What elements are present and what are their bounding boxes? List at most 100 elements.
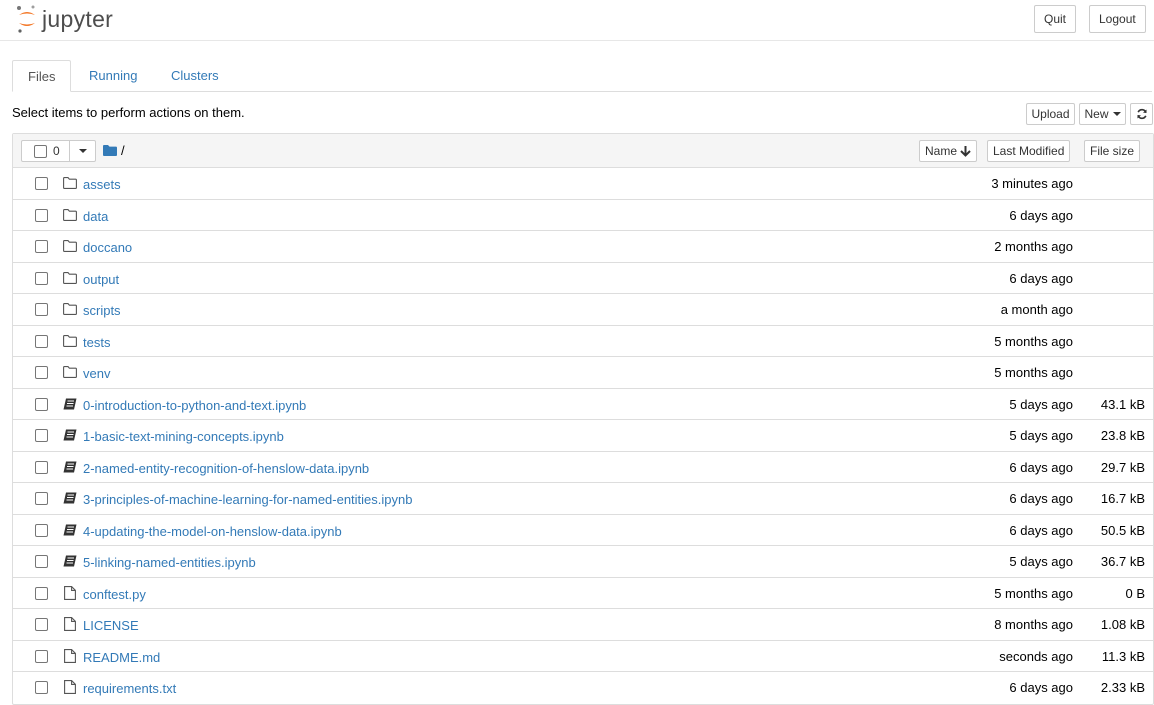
file-size: 36.7 kB [1100, 554, 1145, 569]
file-row[interactable]: 3-principles-of-machine-learning-for-nam… [13, 483, 1153, 515]
notebook-icon [63, 555, 77, 567]
row-checkbox[interactable] [35, 586, 48, 600]
row-checkbox[interactable] [35, 523, 48, 537]
file-name-link[interactable]: tests [83, 335, 110, 350]
header-bar: jupyter Quit Logout [0, 0, 1154, 41]
caret-down-icon [78, 149, 87, 153]
last-modified: 5 months ago [994, 333, 1073, 349]
sort-name-label: Name [925, 144, 958, 158]
file-row[interactable]: LICENSE 8 months ago 1.08 kB [13, 609, 1153, 641]
file-icon-wrap [64, 617, 76, 634]
quit-button[interactable]: Quit [1034, 5, 1077, 33]
file-size: 2.33 kB [1100, 680, 1145, 695]
last-modified: 2 months ago [994, 239, 1073, 254]
tab-clusters[interactable]: Clusters [156, 60, 234, 91]
file-row[interactable]: scripts a month ago [13, 294, 1153, 326]
file-size: 43.1 kB [1100, 396, 1145, 412]
breadcrumb[interactable]: / [103, 143, 125, 158]
file-name-link[interactable]: venv [83, 366, 110, 381]
tab-running[interactable]: Running [74, 60, 152, 91]
row-checkbox[interactable] [35, 397, 48, 411]
refresh-button[interactable] [1130, 103, 1153, 125]
logo-text: jupyter [42, 5, 114, 32]
file-row[interactable]: tests 5 months ago [13, 326, 1153, 357]
row-checkbox[interactable] [35, 649, 48, 663]
jupyter-logo[interactable]: jupyter [16, 4, 113, 34]
select-all-control[interactable]: 0 [21, 140, 96, 162]
file-row[interactable]: requirements.txt 6 days ago 2.33 kB [13, 672, 1153, 704]
file-icon [64, 680, 76, 694]
select-all-checkbox[interactable] [34, 144, 47, 158]
file-row[interactable]: venv 5 months ago [13, 357, 1153, 389]
last-modified: 5 days ago [1009, 554, 1073, 569]
file-row[interactable]: 5-linking-named-entities.ipynb 5 days ago… [13, 546, 1153, 578]
file-list: 0 / Name Last Modified File size assets 3… [12, 133, 1154, 705]
tab-files[interactable]: Files [12, 60, 72, 92]
file-row[interactable]: data 6 days ago [13, 200, 1153, 231]
row-checkbox[interactable] [35, 492, 48, 505]
notebook-icon [63, 492, 77, 504]
notebook-icon [63, 429, 77, 441]
file-size: 0 B [1125, 585, 1145, 601]
file-row[interactable]: doccano 2 months ago [13, 231, 1153, 263]
row-checkbox[interactable] [35, 366, 48, 379]
notebook-icon-wrap [63, 524, 77, 539]
file-name-link[interactable]: output [83, 272, 119, 287]
upload-button[interactable]: Upload [1026, 103, 1075, 125]
file-name-link[interactable]: data [83, 209, 108, 224]
selection-hint: Select items to perform actions on them. [12, 105, 245, 120]
row-checkbox[interactable] [35, 271, 48, 285]
row-checkbox[interactable] [35, 334, 48, 348]
row-checkbox[interactable] [35, 618, 48, 631]
row-checkbox[interactable] [35, 555, 48, 568]
row-checkbox[interactable] [35, 177, 48, 190]
file-name-link[interactable]: scripts [83, 303, 121, 318]
file-row[interactable]: 0-introduction-to-python-and-text.ipynb 5… [13, 389, 1153, 420]
file-rows: assets 3 minutes ago data 6 days ago doccano… [13, 168, 1153, 704]
last-modified: 6 days ago [1009, 680, 1073, 695]
sort-by-name-button[interactable]: Name [919, 140, 978, 162]
file-name-link[interactable]: requirements.txt [83, 681, 176, 696]
last-modified: 8 months ago [994, 617, 1073, 632]
file-name-link[interactable]: 1-basic-text-mining-concepts.ipynb [83, 429, 284, 444]
folder-icon-wrap [63, 240, 77, 255]
row-checkbox[interactable] [35, 460, 48, 474]
caret-down-icon [1112, 112, 1121, 116]
file-name-link[interactable]: LICENSE [83, 618, 139, 633]
file-name-link[interactable]: 3-principles-of-machine-learning-for-nam… [83, 492, 412, 507]
file-row[interactable]: assets 3 minutes ago [13, 168, 1153, 200]
new-dropdown-button[interactable]: New [1079, 103, 1126, 125]
sort-by-modified-button[interactable]: Last Modified [987, 140, 1071, 162]
file-name-link[interactable]: conftest.py [83, 587, 146, 602]
row-checkbox[interactable] [35, 303, 48, 316]
file-row[interactable]: 4-updating-the-model-on-henslow-data.ipy… [13, 515, 1153, 546]
notebook-icon-wrap [63, 492, 77, 507]
file-name-link[interactable]: README.md [83, 650, 160, 665]
file-name-link[interactable]: doccano [83, 240, 132, 255]
folder-icon-wrap [63, 177, 77, 192]
file-row[interactable]: output 6 days ago [13, 263, 1153, 294]
refresh-icon [1136, 108, 1147, 120]
row-checkbox[interactable] [35, 681, 48, 694]
file-size: 11.3 kB [1101, 648, 1145, 664]
file-name-link[interactable]: 5-linking-named-entities.ipynb [83, 555, 256, 570]
file-name-link[interactable]: 4-updating-the-model-on-henslow-data.ipy… [83, 524, 342, 539]
file-name-link[interactable]: 2-named-entity-recognition-of-henslow-da… [83, 461, 369, 476]
file-list-header: 0 / Name Last Modified File size [13, 134, 1153, 168]
select-menu-toggle[interactable] [69, 141, 95, 161]
folder-icon-wrap [63, 271, 77, 287]
file-name-link[interactable]: assets [83, 177, 121, 192]
file-icon-wrap [64, 648, 76, 666]
row-checkbox[interactable] [35, 240, 48, 253]
row-checkbox[interactable] [35, 208, 48, 222]
last-modified: seconds ago [999, 648, 1073, 664]
file-name-link[interactable]: 0-introduction-to-python-and-text.ipynb [83, 398, 306, 413]
logout-button[interactable]: Logout [1089, 5, 1146, 33]
file-row[interactable]: 1-basic-text-mining-concepts.ipynb 5 days… [13, 420, 1153, 452]
sort-by-size-button[interactable]: File size [1084, 140, 1141, 162]
file-row[interactable]: README.md seconds ago 11.3 kB [13, 641, 1153, 672]
breadcrumb-root[interactable]: / [121, 143, 125, 158]
row-checkbox[interactable] [35, 429, 48, 442]
file-row[interactable]: 2-named-entity-recognition-of-henslow-da… [13, 452, 1153, 483]
file-row[interactable]: conftest.py 5 months ago 0 B [13, 578, 1153, 609]
